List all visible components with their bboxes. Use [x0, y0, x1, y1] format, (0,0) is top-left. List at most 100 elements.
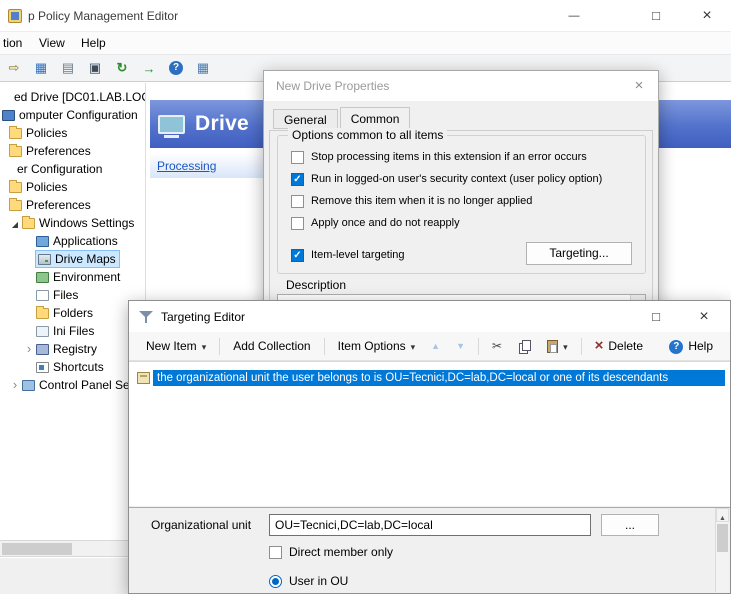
help-icon[interactable] [166, 58, 186, 78]
refresh-icon[interactable] [112, 58, 132, 78]
scroll-up-icon[interactable] [716, 508, 729, 522]
toolbar-separator [219, 338, 220, 355]
shortcut-icon [36, 362, 49, 373]
targeting-item-row[interactable]: the organizational unit the user belongs… [137, 369, 725, 387]
copy-button[interactable] [511, 337, 538, 356]
table-icon[interactable] [193, 58, 213, 78]
tree-item-folders[interactable]: Folders [0, 304, 146, 322]
close-icon[interactable] [682, 301, 726, 332]
tab-strip: General Common [273, 109, 412, 130]
dialog-titlebar: New Drive Properties [264, 71, 658, 101]
option-item-level-targeting[interactable]: Item-level targeting [291, 247, 405, 263]
tree-item-mapped-drive[interactable]: ed Drive [DC01.LAB.LOCA [0, 88, 146, 106]
tree-item-files[interactable]: Files [0, 286, 146, 304]
tree-item-shortcuts[interactable]: Shortcuts [0, 358, 146, 376]
option-remove-when-not-applied[interactable]: Remove this item when it is no longer ap… [291, 193, 532, 209]
menu-action[interactable]: tion [0, 32, 25, 54]
toolbar-separator [478, 338, 479, 355]
checkbox[interactable] [291, 217, 304, 230]
maximize-icon[interactable] [634, 301, 678, 332]
close-icon[interactable] [622, 71, 656, 101]
direct-member-only-option[interactable]: Direct member only [269, 545, 393, 559]
environment-icon [36, 272, 49, 283]
folder-icon [22, 218, 35, 229]
expander-closed-icon[interactable] [8, 378, 22, 392]
expander-open-icon[interactable] [8, 216, 22, 230]
export-list-icon[interactable] [139, 58, 159, 78]
folder-icon [9, 146, 22, 157]
tree-item-ini-files[interactable]: Ini Files [0, 322, 146, 340]
menu-view[interactable]: View [36, 32, 68, 54]
checkbox[interactable] [291, 195, 304, 208]
option-stop-processing[interactable]: Stop processing items in this extension … [291, 149, 587, 165]
paste-button[interactable] [540, 336, 575, 356]
cut-button[interactable] [485, 336, 509, 356]
targeting-item-icon [137, 372, 150, 384]
folder-icon [9, 200, 22, 211]
dialog-titlebar: Targeting Editor [129, 301, 730, 332]
navigate-icon[interactable] [4, 58, 24, 78]
console-window-icon[interactable] [31, 58, 51, 78]
tab-common[interactable]: Common [340, 107, 411, 130]
move-up-button[interactable] [424, 338, 447, 354]
scrollbar-thumb[interactable] [2, 543, 72, 555]
screen: p Policy Management Editor tion View Hel… [0, 0, 731, 594]
tree-item-windows-settings[interactable]: Windows Settings [0, 214, 146, 232]
tree-item-control-panel-settings[interactable]: Control Panel Sett [0, 376, 146, 394]
targeting-editor-dialog: Targeting Editor New Item Add Collection… [128, 300, 731, 594]
tree-item-computer-configuration[interactable]: omputer Configuration [0, 106, 146, 124]
main-window-titlebar: p Policy Management Editor [0, 0, 731, 32]
help-button[interactable]: Help [662, 335, 720, 357]
toolbar-separator [324, 338, 325, 355]
close-button[interactable] [684, 0, 730, 32]
option-run-in-user-context[interactable]: Run in logged-on user's security context… [291, 171, 602, 187]
window-bottom-area [0, 558, 146, 594]
tab-general[interactable]: General [273, 109, 338, 129]
file-icon [36, 290, 49, 301]
minimize-button[interactable] [553, 0, 595, 32]
option-apply-once[interactable]: Apply once and do not reapply [291, 215, 460, 231]
tree-item-drive-maps[interactable]: Drive Maps [0, 250, 146, 268]
tree-item-applications[interactable]: Applications [0, 232, 146, 250]
maximize-button[interactable] [635, 0, 677, 32]
organizational-unit-label: Organizational unit [151, 514, 251, 536]
detail-scrollbar[interactable] [715, 508, 729, 592]
tree-item-environment[interactable]: Environment [0, 268, 146, 286]
checkbox[interactable] [291, 151, 304, 164]
tree-item-preferences[interactable]: Preferences [0, 142, 146, 160]
checkbox[interactable] [269, 546, 282, 559]
radio-button[interactable] [269, 575, 282, 588]
browse-button[interactable]: ... [601, 514, 659, 536]
checkbox[interactable] [291, 249, 304, 262]
processing-link[interactable]: Processing [157, 159, 216, 173]
tree-horizontal-scrollbar[interactable] [0, 540, 146, 557]
banner-title: Drive [195, 112, 249, 136]
checkbox[interactable] [291, 173, 304, 186]
printer-icon[interactable] [85, 58, 105, 78]
tree-item-preferences-user[interactable]: Preferences [0, 196, 146, 214]
organizational-unit-input[interactable] [269, 514, 591, 536]
item-options-button[interactable]: Item Options [331, 336, 423, 356]
chevron-down-icon [411, 339, 416, 353]
add-collection-button[interactable]: Add Collection [226, 336, 317, 356]
applications-icon [36, 236, 49, 247]
processing-section[interactable]: Processing [150, 153, 263, 178]
folder-icon [36, 308, 49, 319]
targeting-button[interactable]: Targeting... [526, 242, 632, 265]
tree-item-registry[interactable]: Registry [0, 340, 146, 358]
scrollbar-thumb[interactable] [717, 524, 728, 552]
console-tree: ed Drive [DC01.LAB.LOCA omputer Configur… [0, 83, 146, 540]
clipboard-icon[interactable] [58, 58, 78, 78]
new-item-button[interactable]: New Item [139, 336, 213, 356]
tree-item-policies-user[interactable]: Policies [0, 178, 146, 196]
user-in-ou-option[interactable]: User in OU [269, 574, 348, 588]
tree-item-policies[interactable]: Policies [0, 124, 146, 142]
targeting-toolbar: New Item Add Collection Item Options [129, 332, 730, 361]
menu-help[interactable]: Help [78, 32, 109, 54]
folder-icon [9, 128, 22, 139]
tree-item-user-configuration[interactable]: er Configuration [0, 160, 146, 178]
item-detail-panel: Organizational unit ... Direct member on… [129, 507, 730, 593]
move-down-button[interactable] [449, 338, 472, 354]
delete-button[interactable]: Delete [588, 336, 650, 356]
expander-closed-icon[interactable] [22, 342, 36, 356]
